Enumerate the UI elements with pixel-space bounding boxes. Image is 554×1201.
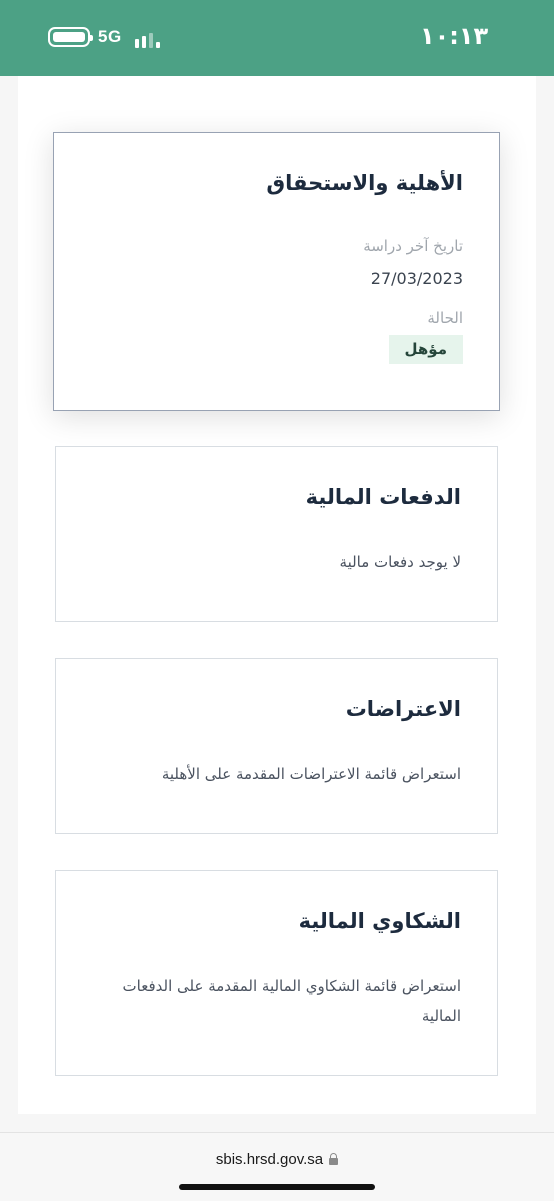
eligibility-card[interactable]: الأهلية والاستحقاق تاريخ آخر دراسة 27/03… <box>53 132 500 411</box>
last-study-label: تاريخ آخر دراسة <box>363 237 463 255</box>
objections-title: الاعتراضات <box>345 697 461 721</box>
payments-description: لا يوجد دفعات مالية <box>339 553 461 571</box>
last-study-date: 27/03/2023 <box>370 269 463 288</box>
complaints-card[interactable]: الشكاوي المالية استعراض قائمة الشكاوي ال… <box>55 870 498 1076</box>
complaints-title: الشكاوي المالية <box>298 909 461 933</box>
complaints-description: استعراض قائمة الشكاوي المالية المقدمة عل… <box>122 977 461 1025</box>
lock-icon <box>329 1153 339 1165</box>
browser-bar: sbis.hrsd.gov.sa <box>0 1132 554 1201</box>
url-text: sbis.hrsd.gov.sa <box>215 1151 324 1168</box>
objections-card[interactable]: الاعتراضات استعراض قائمة الاعتراضات المق… <box>55 658 498 834</box>
clock: ١٠:١٣ <box>420 22 489 50</box>
signal-strength-icon <box>135 30 165 48</box>
status-label: الحالة <box>427 309 463 327</box>
status-badge: مؤهل <box>388 335 463 364</box>
eligibility-title: الأهلية والاستحقاق <box>266 171 463 195</box>
battery-icon <box>48 27 93 47</box>
payments-title: الدفعات المالية <box>305 485 461 509</box>
home-indicator[interactable] <box>179 1184 375 1190</box>
network-type: 5G <box>98 27 122 46</box>
status-bar: 5G ١٠:١٣ <box>0 0 554 76</box>
payments-card[interactable]: الدفعات المالية لا يوجد دفعات مالية <box>55 446 498 622</box>
objections-description: استعراض قائمة الاعتراضات المقدمة على الأ… <box>161 765 461 783</box>
address-bar[interactable]: sbis.hrsd.gov.sa <box>0 1151 554 1168</box>
